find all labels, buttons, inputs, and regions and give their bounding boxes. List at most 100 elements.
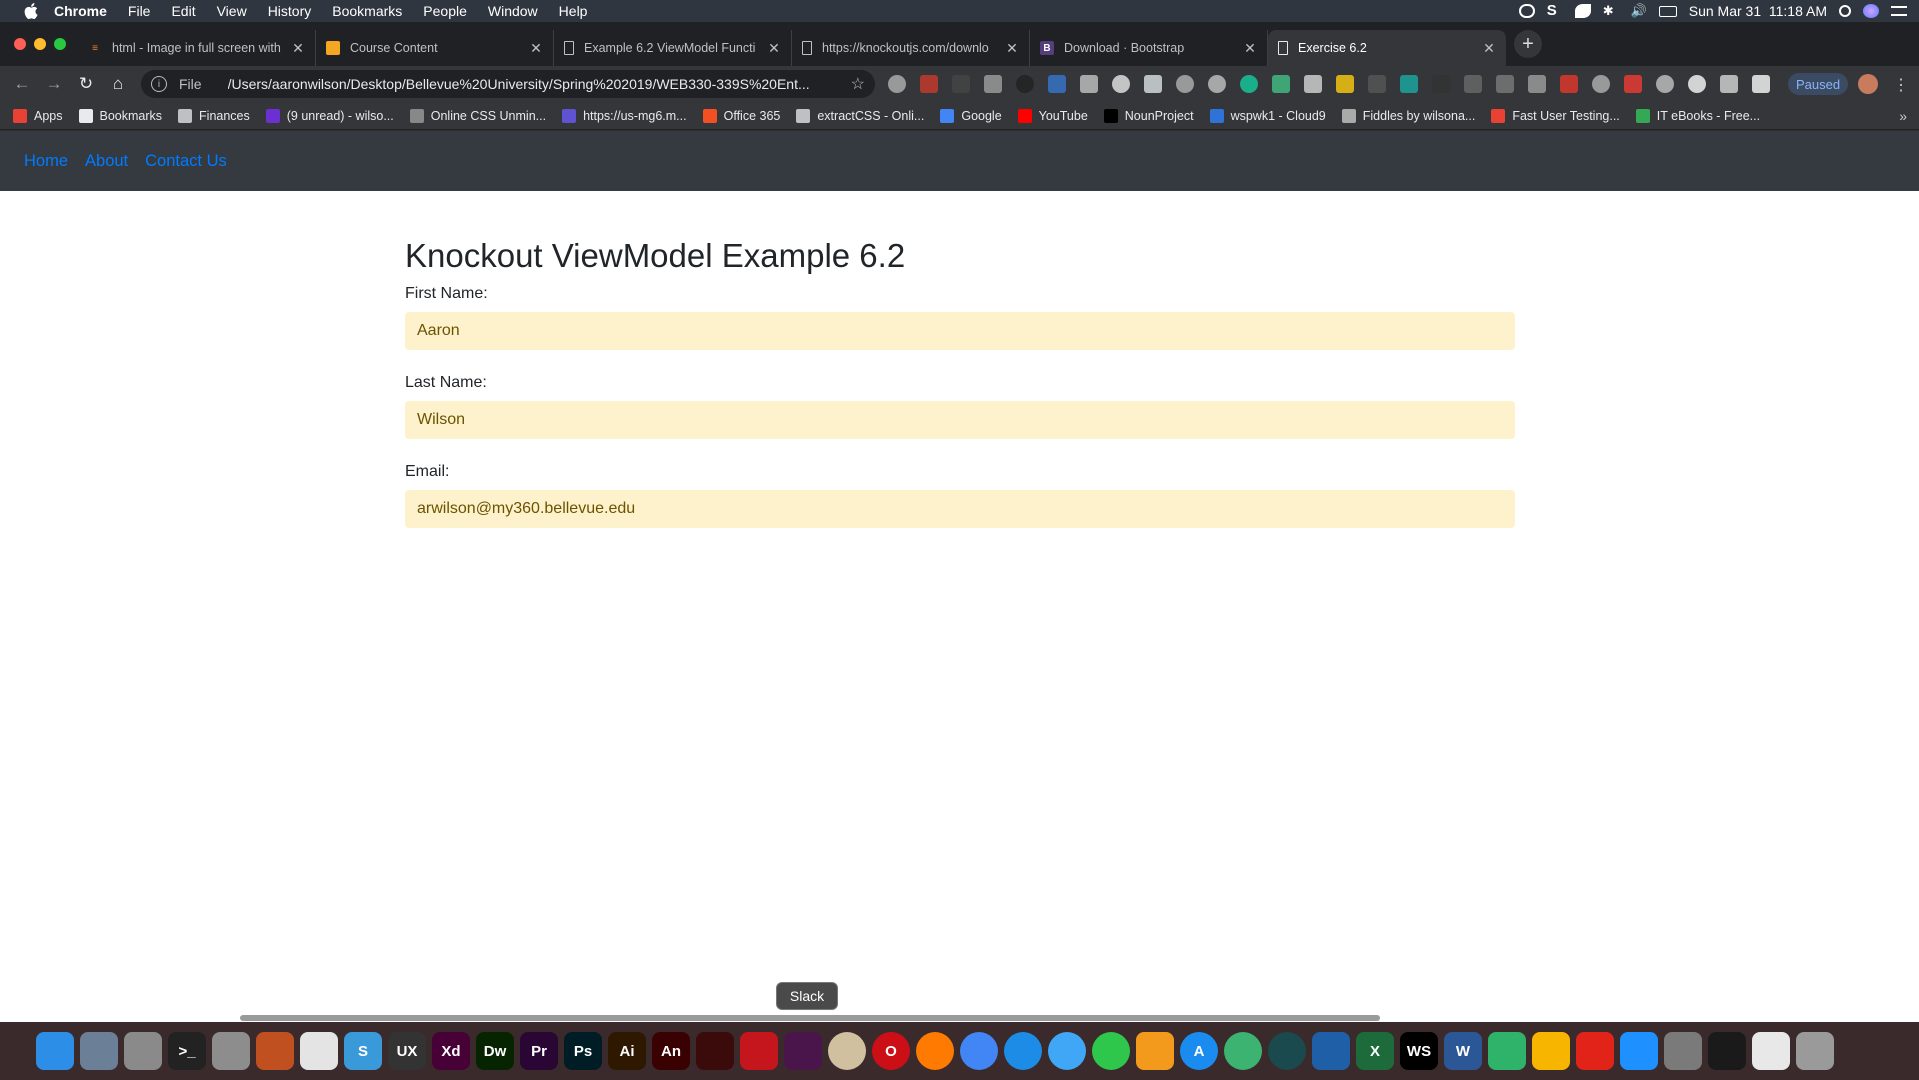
bookmark-item[interactable]: Finances — [178, 108, 250, 123]
dock-chrome-icon[interactable] — [960, 1032, 998, 1070]
extension-gear-icon[interactable] — [1656, 75, 1674, 93]
extension-shield-icon[interactable] — [1528, 75, 1546, 93]
dock-sublime-icon[interactable]: S — [344, 1032, 382, 1070]
dock-dreamweaver-icon[interactable]: Dw — [476, 1032, 514, 1070]
extension-css2-icon[interactable] — [1464, 75, 1482, 93]
dock-terminal-icon[interactable]: >_ — [168, 1032, 206, 1070]
dock-launchpad-icon[interactable] — [80, 1032, 118, 1070]
zoom-window-button[interactable] — [54, 38, 66, 50]
tab-bootstrap-download[interactable]: B Download · Bootstrap ✕ — [1030, 30, 1268, 66]
dock-illustrator-icon[interactable]: Ai — [608, 1032, 646, 1070]
dock-premiere-icon[interactable]: Pr — [520, 1032, 558, 1070]
menu-bookmarks[interactable]: Bookmarks — [332, 3, 402, 19]
extension-settings-icon[interactable] — [888, 75, 906, 93]
dock-webcam-icon[interactable] — [828, 1032, 866, 1070]
volume-icon[interactable]: 🔊 — [1631, 4, 1647, 18]
bookmark-item[interactable]: Fast User Testing... — [1491, 108, 1620, 123]
nav-link-home[interactable]: Home — [24, 152, 68, 171]
tab-example-6-2[interactable]: Example 6.2 ViewModel Functi ✕ — [554, 30, 792, 66]
extension-code-icon[interactable] — [1432, 75, 1450, 93]
nav-link-about[interactable]: About — [85, 152, 128, 171]
dock-system-preferences-icon[interactable] — [124, 1032, 162, 1070]
dock-trash-icon[interactable] — [1796, 1032, 1834, 1070]
scrollbar-thumb[interactable] — [240, 1015, 1380, 1021]
dock-acrobat-dc-icon[interactable] — [740, 1032, 778, 1070]
dock-facetime-icon[interactable] — [1092, 1032, 1130, 1070]
close-tab-icon[interactable]: ✕ — [291, 40, 305, 57]
dock-xd-icon[interactable]: Xd — [432, 1032, 470, 1070]
menu-clock[interactable]: Sun Mar 31 11:18 AM — [1689, 3, 1827, 19]
menu-help[interactable]: Help — [559, 3, 588, 19]
extension-t-icon[interactable] — [1720, 75, 1738, 93]
info-icon[interactable]: i — [151, 76, 167, 92]
profile-paused-badge[interactable]: Paused — [1788, 73, 1849, 95]
dock-photo-booth-icon[interactable] — [256, 1032, 294, 1070]
sublime-menu-icon[interactable]: S — [1547, 3, 1563, 18]
extension-bug-icon[interactable] — [1208, 75, 1226, 93]
notification-center-icon[interactable] — [1891, 6, 1907, 16]
extension-circle-icon[interactable] — [1112, 75, 1130, 93]
bookmark-item[interactable]: NounProject — [1103, 108, 1194, 123]
back-arrow-icon[interactable]: ← — [12, 74, 32, 94]
dock-reader-icon[interactable] — [300, 1032, 338, 1070]
dock-acrobat-icon[interactable] — [696, 1032, 734, 1070]
extension-vue-icon[interactable] — [1272, 75, 1290, 93]
avatar[interactable] — [1858, 74, 1878, 94]
dock-vscode-icon[interactable] — [1312, 1032, 1350, 1070]
dock-gitkraken-icon[interactable] — [1268, 1032, 1306, 1070]
extension-teal-icon[interactable] — [1400, 75, 1418, 93]
extension-red-icon[interactable] — [920, 75, 938, 93]
last-name-field[interactable]: Wilson — [405, 401, 1515, 439]
bluetooth-icon[interactable]: ✱ — [1603, 4, 1619, 18]
dock-firefox-icon[interactable] — [916, 1032, 954, 1070]
dock-webstorm-icon[interactable]: WS — [1400, 1032, 1438, 1070]
bookmark-item[interactable]: YouTube — [1017, 108, 1088, 123]
dock-animate-icon[interactable]: An — [652, 1032, 690, 1070]
bookmark-item[interactable]: https://us-mg6.m... — [562, 108, 687, 123]
extension-jb-icon[interactable] — [1080, 75, 1098, 93]
extension-doc-icon[interactable] — [1752, 75, 1770, 93]
extension-eye-icon[interactable] — [1016, 75, 1034, 93]
bookmark-item[interactable]: Bookmarks — [78, 108, 162, 123]
bookmark-item[interactable]: Office 365 — [702, 108, 780, 123]
extension-picker-icon[interactable] — [1048, 75, 1066, 93]
dock-safari-icon[interactable] — [1004, 1032, 1042, 1070]
menu-window[interactable]: Window — [488, 3, 538, 19]
dock-utilities-icon[interactable] — [1664, 1032, 1702, 1070]
menu-view[interactable]: View — [217, 3, 247, 19]
battery-icon[interactable] — [1658, 5, 1677, 17]
menu-app-name[interactable]: Chrome — [54, 3, 107, 19]
email-field[interactable]: arwilson@my360.bellevue.edu — [405, 490, 1515, 528]
pinwheel-icon[interactable] — [1574, 4, 1591, 18]
close-tab-icon[interactable]: ✕ — [767, 40, 781, 57]
extension-sync-icon[interactable] — [1688, 75, 1706, 93]
bookmark-star-icon[interactable]: ☆ — [851, 74, 865, 94]
dock-sourcetree-icon[interactable] — [1488, 1032, 1526, 1070]
close-tab-icon[interactable]: ✕ — [529, 40, 543, 57]
menu-file[interactable]: File — [128, 3, 151, 19]
dock-sketch-icon[interactable] — [1532, 1032, 1570, 1070]
dock-slack-icon[interactable] — [784, 1032, 822, 1070]
tab-knockout-download[interactable]: https://knockoutjs.com/downlo ✕ — [792, 30, 1030, 66]
extension-balloon-icon[interactable] — [1176, 75, 1194, 93]
tab-course-content[interactable]: Course Content ✕ — [316, 30, 554, 66]
bookmark-item[interactable]: Online CSS Unmin... — [409, 108, 546, 123]
home-icon[interactable]: ⌂ — [108, 74, 128, 94]
url-text[interactable]: /Users/aaronwilson/Desktop/Bellevue%20Un… — [228, 76, 848, 92]
minimize-window-button[interactable] — [34, 38, 46, 50]
creative-cloud-icon[interactable] — [1518, 4, 1535, 18]
close-window-button[interactable] — [14, 38, 26, 50]
extension-dark-icon[interactable] — [952, 75, 970, 93]
extension-grey-icon[interactable] — [984, 75, 1002, 93]
extension-stack-icon[interactable] — [1304, 75, 1322, 93]
dock-atom-icon[interactable] — [1224, 1032, 1262, 1070]
forward-arrow-icon[interactable]: → — [44, 74, 64, 94]
bookmark-item[interactable]: Fiddles by wilsona... — [1341, 108, 1475, 123]
apple-icon[interactable] — [22, 2, 40, 20]
extension-note-icon[interactable] — [1144, 75, 1162, 93]
first-name-field[interactable]: Aaron — [405, 312, 1515, 350]
extension-css-icon[interactable] — [1368, 75, 1386, 93]
bookmark-item[interactable]: extractCSS - Onli... — [796, 108, 924, 123]
dock-roblox-icon[interactable] — [1576, 1032, 1614, 1070]
close-tab-icon[interactable]: ✕ — [1482, 40, 1496, 57]
